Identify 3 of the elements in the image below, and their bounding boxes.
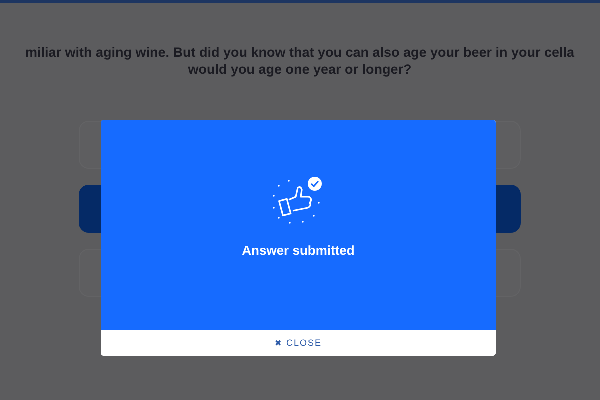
question-text: miliar with aging wine. But did you know that you can also age your beer in your cella <box>24 44 576 61</box>
question-text: would you age one year or longer? <box>187 61 413 78</box>
success-message: Answer submitted <box>242 243 355 258</box>
